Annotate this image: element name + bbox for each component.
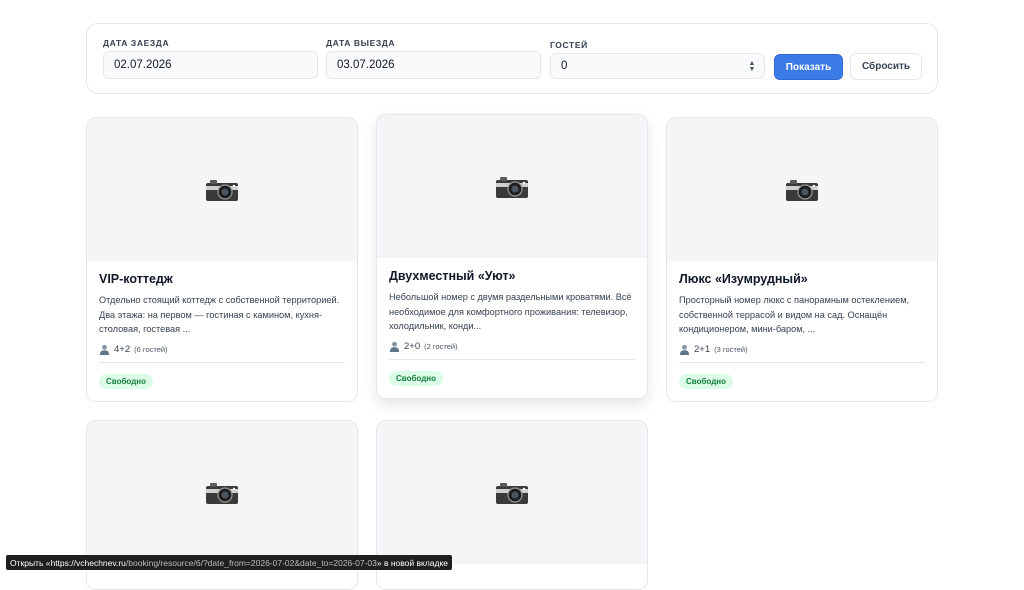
- guests-total: (3 гостей): [714, 345, 748, 354]
- checkout-field: ДАТА ВЫЕЗДА: [326, 38, 395, 48]
- guests-value: 0: [561, 60, 568, 72]
- guests-count: 2+0: [404, 341, 421, 352]
- card-guests: 2+0 (2 гостей): [389, 341, 458, 352]
- show-button[interactable]: Показать: [774, 54, 843, 80]
- card-description: Отдельно стоящий коттедж с собственной т…: [99, 295, 340, 334]
- link-status-tooltip: Открыть «https://vchechnev.ru/booking/re…: [6, 555, 453, 570]
- card-description: Небольшой номер с двумя раздельными кров…: [389, 292, 632, 331]
- camera-icon: [496, 176, 528, 198]
- reset-button[interactable]: Сбросить: [850, 53, 922, 80]
- booking-filter-bar: ДАТА ЗАЕЗДА 02.07.2026 ДАТА ВЫЕЗДА 03.07…: [86, 23, 938, 94]
- link-status-path: /booking/resource/6/?date_from=2026-07-0…: [125, 557, 377, 568]
- room-card-izumrudny[interactable]: Люкс «Изумрудный» Просторный номер люкс …: [666, 117, 938, 402]
- checkout-input[interactable]: 03.07.2026: [326, 51, 541, 79]
- link-status-prefix: Открыть «https://vchechnev.ru: [10, 557, 126, 568]
- checkout-label: ДАТА ВЫЕЗДА: [326, 38, 396, 48]
- room-card-uyut[interactable]: Двухместный «Уют» Небольшой номер с двум…: [376, 114, 648, 399]
- card-title: Люкс «Изумрудный»: [679, 272, 808, 286]
- chevron-up-down-icon[interactable]: ▲ ▼: [748, 60, 756, 74]
- card-image: [377, 115, 647, 258]
- card-description: Просторный номер люкс с панорамным остек…: [679, 295, 910, 334]
- guests-count: 2+1: [694, 344, 711, 355]
- card-image: [667, 118, 937, 261]
- camera-icon: [496, 482, 528, 504]
- divider: [389, 359, 635, 360]
- status-badge: Свободно: [679, 374, 733, 389]
- checkin-field: ДАТА ЗАЕЗДА: [103, 38, 169, 48]
- camera-icon: [786, 179, 818, 201]
- guests-field: ГОСТЕЙ: [550, 40, 588, 50]
- card-title: VIP-коттедж: [99, 272, 173, 286]
- divider: [99, 362, 345, 363]
- room-card-vip[interactable]: VIP-коттедж Отдельно стоящий коттедж с с…: [86, 117, 358, 402]
- user-icon: [389, 341, 400, 352]
- checkin-label: ДАТА ЗАЕЗДА: [103, 38, 170, 48]
- card-guests: 2+1 (3 гостей): [679, 344, 748, 355]
- link-status-suffix: » в новой вкладке: [376, 557, 449, 568]
- checkin-input[interactable]: 02.07.2026: [103, 51, 318, 79]
- guests-total: (2 гостей): [424, 342, 458, 351]
- user-icon: [679, 344, 690, 355]
- card-image: [87, 118, 357, 261]
- card-image: [87, 421, 357, 564]
- camera-icon: [206, 482, 238, 504]
- guests-count: 4+2: [114, 344, 131, 355]
- status-badge: Свободно: [389, 371, 443, 386]
- card-image: [377, 421, 647, 564]
- camera-icon: [206, 179, 238, 201]
- guests-stepper[interactable]: 0 ▲ ▼: [550, 53, 765, 79]
- card-guests: 4+2 (6 гостей): [99, 344, 168, 355]
- user-icon: [99, 344, 110, 355]
- guests-total: (6 гостей): [134, 345, 168, 354]
- guests-label: ГОСТЕЙ: [550, 40, 588, 50]
- card-title: Двухместный «Уют»: [389, 269, 516, 283]
- status-badge: Свободно: [99, 374, 153, 389]
- divider: [679, 362, 925, 363]
